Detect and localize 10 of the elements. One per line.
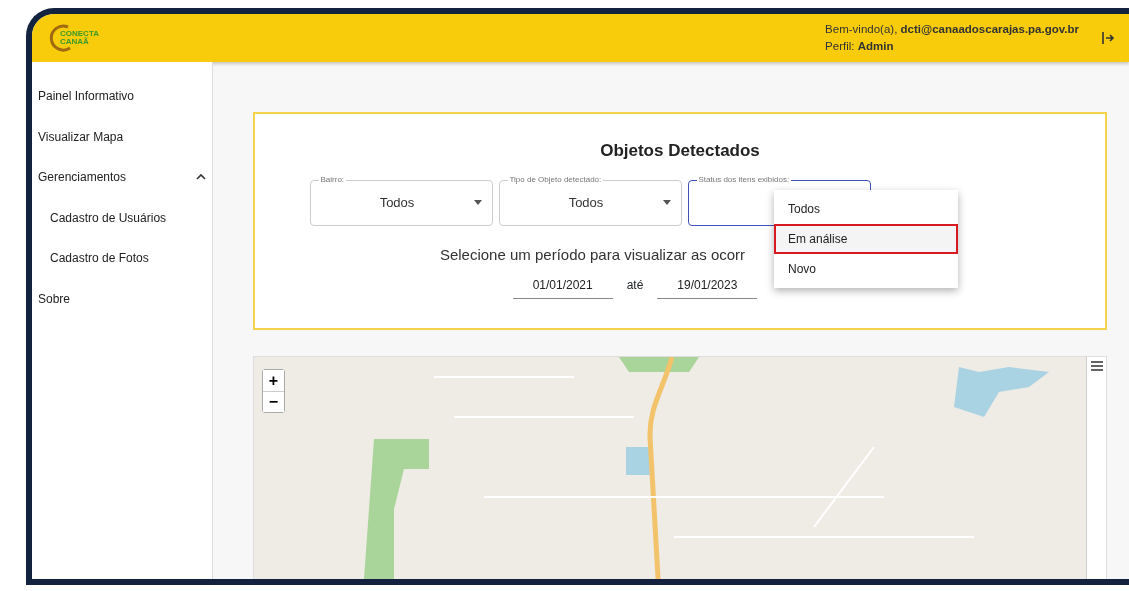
profile-value: Admin	[857, 40, 894, 52]
period-prompt: Selecione um período para visualizar as ocorr	[439, 244, 746, 265]
date-separator: até	[626, 277, 644, 294]
welcome-label: Bem-vindo(a),	[825, 22, 898, 35]
logo-text: CONECTA CANAÃ	[60, 30, 100, 46]
panel-title: Objetos Detectados	[600, 140, 760, 162]
profile-label: Perfil:	[825, 40, 855, 52]
field-value: Todos	[567, 193, 605, 212]
field-value: Todos	[378, 193, 416, 212]
user-email: dcti@canaadoscarajas.pa.gov.br	[900, 22, 1079, 35]
